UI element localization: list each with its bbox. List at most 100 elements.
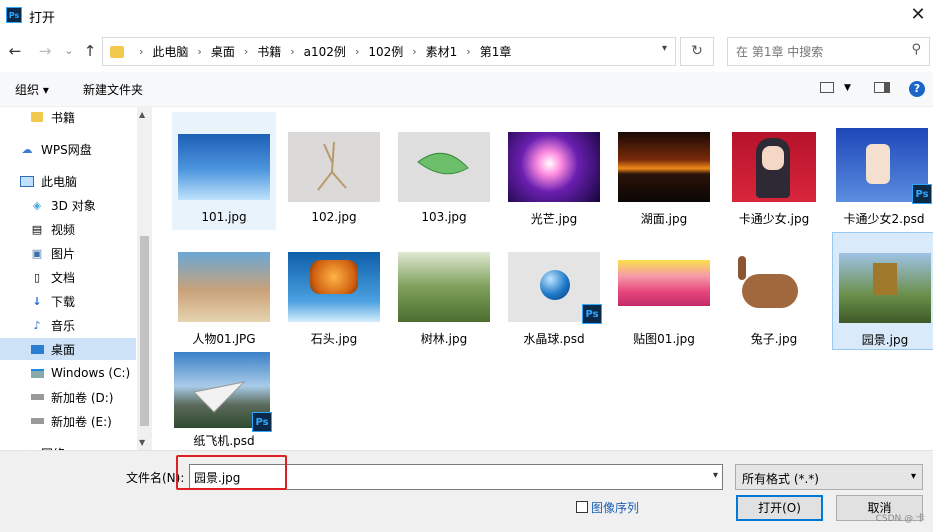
file-type-dropdown[interactable]: 所有格式 (*.*) ▾: [735, 464, 923, 490]
organize-menu[interactable]: 组织 ▾: [15, 81, 49, 98]
picture-icon: ▣: [31, 246, 43, 260]
scroll-up-icon[interactable]: ▲: [139, 110, 145, 119]
sidebar-item-wps-cloud[interactable]: ☁ WPS网盘: [0, 138, 152, 160]
breadcrumb-this-pc[interactable]: 此电脑: [152, 43, 188, 60]
sidebar-item-drive-c[interactable]: Windows (C:): [0, 362, 152, 384]
refresh-button[interactable]: ↻: [680, 37, 714, 66]
chevron-down-icon[interactable]: ▾: [713, 470, 718, 481]
scroll-down-icon[interactable]: ▼: [139, 438, 145, 447]
thumbnail: [618, 132, 710, 202]
sidebar-item-music[interactable]: ♪ 音乐: [0, 314, 152, 336]
close-button[interactable]: ✕: [903, 0, 933, 30]
forward-button[interactable]: →: [34, 39, 56, 63]
file-name: 光芒.jpg: [530, 212, 578, 226]
filename-input[interactable]: [194, 469, 674, 485]
file-item[interactable]: 光芒.jpg: [502, 112, 606, 230]
sidebar-item-label: 视频: [51, 222, 76, 237]
file-item[interactable]: 兔子.jpg: [722, 232, 826, 350]
breadcrumb-separator: ›: [354, 45, 360, 58]
breadcrumb-102[interactable]: 102例: [368, 43, 403, 60]
chevron-down-icon[interactable]: ▾: [662, 43, 667, 54]
up-button[interactable]: ↑: [79, 39, 101, 63]
breadcrumb-chapter1[interactable]: 第1章: [480, 43, 512, 60]
desktop-icon: [30, 342, 44, 356]
sidebar-item-videos[interactable]: ▤ 视频: [0, 218, 152, 240]
scroll-thumb[interactable]: [140, 236, 149, 426]
file-item[interactable]: 103.jpg: [392, 112, 496, 230]
file-name: 湖面.jpg: [640, 212, 688, 226]
file-item[interactable]: 101.jpg: [172, 112, 276, 230]
file-item[interactable]: 卡通少女.jpg: [722, 112, 826, 230]
preview-pane-icon[interactable]: [874, 82, 890, 93]
computer-icon: [20, 174, 34, 188]
open-button[interactable]: 打开(O): [736, 495, 823, 521]
sidebar-item-label: 3D 对象: [51, 198, 96, 213]
sidebar-scrollbar[interactable]: ▲ ▼: [137, 106, 152, 450]
file-name: 卡通少女.jpg: [738, 212, 810, 226]
file-item[interactable]: 102.jpg: [282, 112, 386, 230]
video-icon: ▤: [31, 222, 43, 236]
navigation-bar: ← → ⌄ ↑ › 此电脑 › 桌面 › 书籍 › a102例 › 102例 ›…: [0, 33, 933, 69]
photoshop-icon: Ps: [6, 7, 22, 23]
sidebar-item-drive-e[interactable]: 新加卷 (E:): [0, 410, 152, 432]
sidebar-item-3d-objects[interactable]: ◈ 3D 对象: [0, 194, 152, 216]
breadcrumb-a102[interactable]: a102例: [304, 43, 346, 60]
file-item[interactable]: 贴图01.jpg: [612, 232, 716, 350]
watermark: CSDN @.卡: [875, 514, 925, 524]
address-bar[interactable]: › 此电脑 › 桌面 › 书籍 › a102例 › 102例 › 素材1 › 第…: [102, 37, 676, 66]
sidebar-item-pictures[interactable]: ▣ 图片: [0, 242, 152, 264]
window-title: 打开: [29, 11, 56, 26]
thumbnail: [288, 132, 380, 202]
thumbnail: [288, 252, 380, 322]
file-name: 水晶球.psd: [523, 332, 585, 346]
cloud-icon: ☁: [21, 142, 33, 156]
navigation-pane: 书籍 ☁ WPS网盘 此电脑 ◈ 3D 对象 ▤ 视频 ▣ 图片 ▯ 文档 ↓ …: [0, 106, 152, 450]
thumbnail: [178, 252, 270, 322]
sidebar-item-drive-d[interactable]: 新加卷 (D:): [0, 386, 152, 408]
search-icon[interactable]: ⚲: [911, 42, 921, 57]
sidebar-item-desktop[interactable]: 桌面: [0, 338, 136, 360]
search-box[interactable]: ⚲: [727, 37, 930, 66]
sidebar-item-downloads[interactable]: ↓ 下载: [0, 290, 152, 312]
recent-locations-button[interactable]: ⌄: [58, 39, 80, 63]
sidebar-item-network[interactable]: ◉ 网络: [0, 442, 152, 451]
sidebar-item-label: 新加卷 (D:): [51, 390, 114, 405]
leaf-graphic: [417, 152, 469, 175]
breadcrumb-desktop[interactable]: 桌面: [211, 43, 235, 60]
file-name: 兔子.jpg: [750, 332, 798, 346]
branch-graphic: [317, 141, 347, 191]
breadcrumb-separator: ›: [290, 45, 295, 58]
back-button[interactable]: ←: [4, 39, 26, 63]
folder-icon: [30, 110, 44, 124]
sidebar-item-label: 下载: [51, 294, 76, 309]
thumbnail: [398, 252, 490, 322]
help-icon[interactable]: ?: [909, 81, 925, 97]
title-bar: Ps 打开 ✕: [0, 0, 933, 30]
file-item[interactable]: 人物01.JPG: [172, 232, 276, 350]
breadcrumb-separator: ›: [197, 45, 202, 58]
sidebar-item-documents[interactable]: ▯ 文档: [0, 266, 152, 288]
image-sequence-checkbox[interactable]: [576, 501, 588, 513]
view-options-chevron-icon[interactable]: ▼: [844, 83, 851, 93]
file-item[interactable]: Ps 卡通少女2.psd: [832, 112, 933, 230]
image-sequence-label[interactable]: 图像序列: [591, 499, 639, 516]
sidebar-item-books[interactable]: 书籍: [0, 106, 152, 128]
breadcrumb-separator: ›: [466, 45, 471, 58]
file-item-selected[interactable]: 园景.jpg: [832, 232, 933, 350]
file-item[interactable]: Ps 纸飞机.psd: [172, 346, 276, 464]
file-item[interactable]: 石头.jpg: [282, 232, 386, 350]
breadcrumb-books[interactable]: 书籍: [257, 43, 281, 60]
file-name: 园景.jpg: [861, 333, 909, 347]
sidebar-item-this-pc[interactable]: 此电脑: [0, 170, 152, 192]
change-view-icon[interactable]: [820, 82, 834, 93]
breadcrumb-material1[interactable]: 素材1: [426, 43, 458, 60]
new-folder-button[interactable]: 新建文件夹: [83, 81, 143, 98]
file-item[interactable]: Ps 水晶球.psd: [502, 232, 606, 350]
sidebar-item-label: Windows (C:): [51, 366, 131, 380]
cube-icon: ◈: [32, 198, 42, 212]
file-item[interactable]: 湖面.jpg: [612, 112, 716, 230]
search-input[interactable]: [736, 43, 906, 60]
filename-combobox[interactable]: ▾: [189, 464, 723, 490]
file-item[interactable]: 树林.jpg: [392, 232, 496, 350]
sidebar-item-label: 图片: [51, 246, 76, 261]
